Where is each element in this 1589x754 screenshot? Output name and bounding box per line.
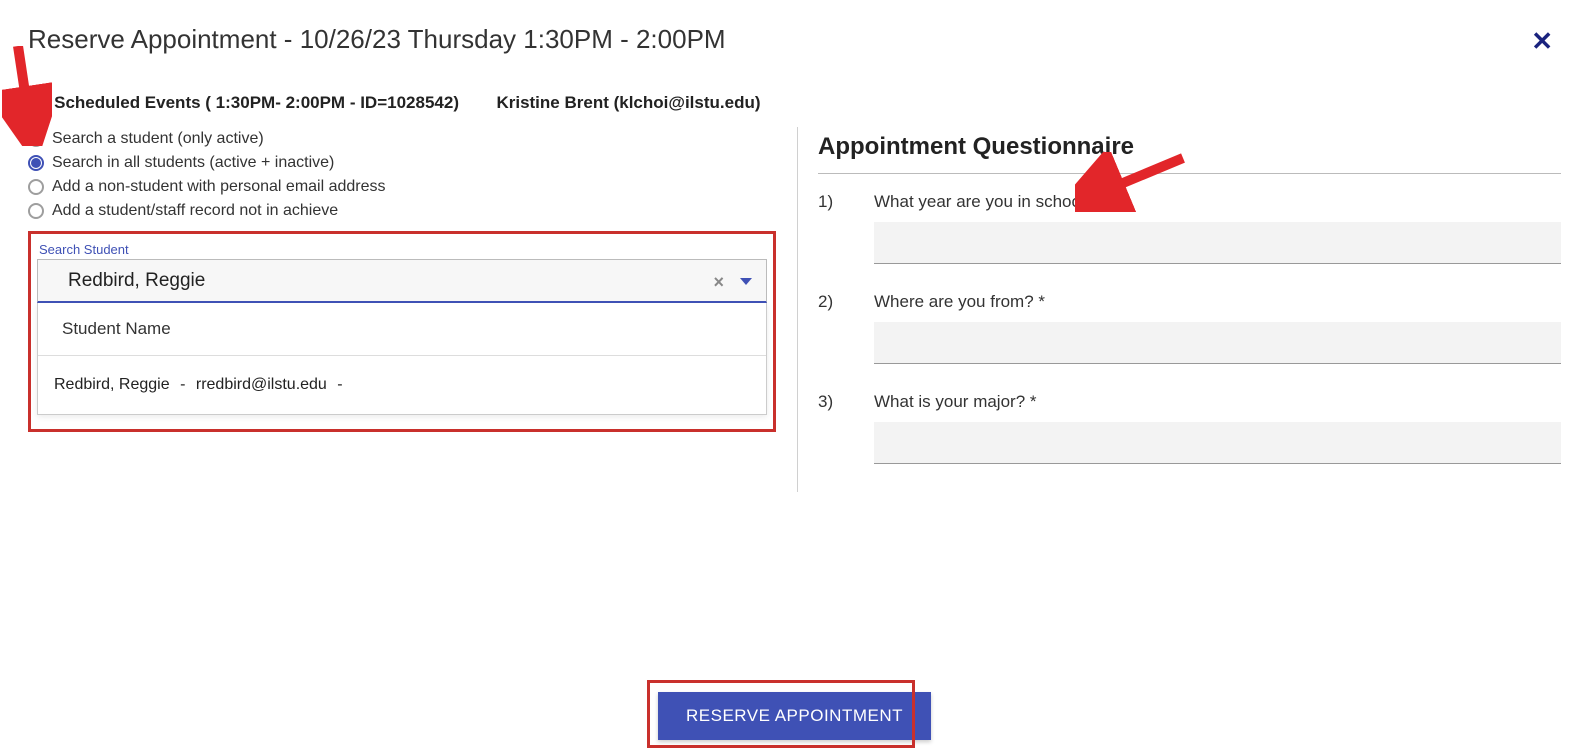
right-column: Appointment Questionnaire 1) What year a… [798,127,1561,492]
question-label: What year are you in school? * [874,192,1561,212]
question-row: 1) What year are you in school? * [818,192,1561,264]
clear-icon[interactable]: × [713,272,724,293]
question-row: 2) Where are you from? * [818,292,1561,364]
question-label: What is your major? * [874,392,1561,412]
subheader: AT Scheduled Events ( 1:30PM- 2:00PM - I… [28,93,1561,113]
separator: - [180,376,185,393]
divider [818,173,1561,174]
dropdown-header: Student Name [38,303,766,356]
radio-label: Search in all students (active + inactiv… [52,154,334,172]
radio-search-active[interactable]: Search a student (only active) [28,127,787,151]
left-column: Search a student (only active) Search in… [28,127,798,492]
reserve-appointment-modal: Reserve Appointment - 10/26/23 Thursday … [0,0,1589,754]
dropdown-result[interactable]: Redbird, Reggie - rredbird@ilstu.edu - [38,356,766,414]
reserve-appointment-button[interactable]: RESERVE APPOINTMENT [658,692,931,740]
search-student-highlight-box: Search Student Redbird, Reggie × Student… [28,231,776,432]
radio-icon [28,203,44,219]
close-icon[interactable]: ✕ [1531,28,1553,54]
radio-add-record[interactable]: Add a student/staff record not in achiev… [28,199,787,223]
radio-icon [28,179,44,195]
search-dropdown: Student Name Redbird, Reggie - rredbird@… [37,303,767,415]
radio-search-all[interactable]: Search in all students (active + inactiv… [28,151,787,175]
search-student-value: Redbird, Reggie [68,270,205,292]
question-label: Where are you from? * [874,292,1561,312]
question-row: 3) What is your major? * [818,392,1561,464]
modal-title: Reserve Appointment - 10/26/23 Thursday … [28,24,1561,55]
question-number: 2) [818,292,874,364]
chevron-down-icon[interactable] [740,278,752,285]
search-student-label: Search Student [39,242,767,257]
radio-label: Add a student/staff record not in achiev… [52,202,338,220]
question-input-from[interactable] [874,322,1561,364]
radio-icon [28,131,44,147]
radio-icon [28,155,44,171]
result-email: rredbird@ilstu.edu [196,376,327,393]
result-name: Redbird, Reggie [54,376,170,393]
radio-add-nonstudent[interactable]: Add a non-student with personal email ad… [28,175,787,199]
radio-label: Add a non-student with personal email ad… [52,178,386,196]
question-input-year[interactable] [874,222,1561,264]
radio-label: Search a student (only active) [52,130,264,148]
questionnaire-title: Appointment Questionnaire [818,133,1561,161]
question-input-major[interactable] [874,422,1561,464]
question-number: 1) [818,192,874,264]
event-info: AT Scheduled Events ( 1:30PM- 2:00PM - I… [28,93,459,112]
question-number: 3) [818,392,874,464]
separator: - [337,376,342,393]
search-mode-radio-group: Search a student (only active) Search in… [28,127,787,223]
button-bar: RESERVE APPOINTMENT [0,692,1589,740]
person-info: Kristine Brent (klchoi@ilstu.edu) [496,93,760,112]
search-student-combobox[interactable]: Redbird, Reggie × [37,259,767,303]
